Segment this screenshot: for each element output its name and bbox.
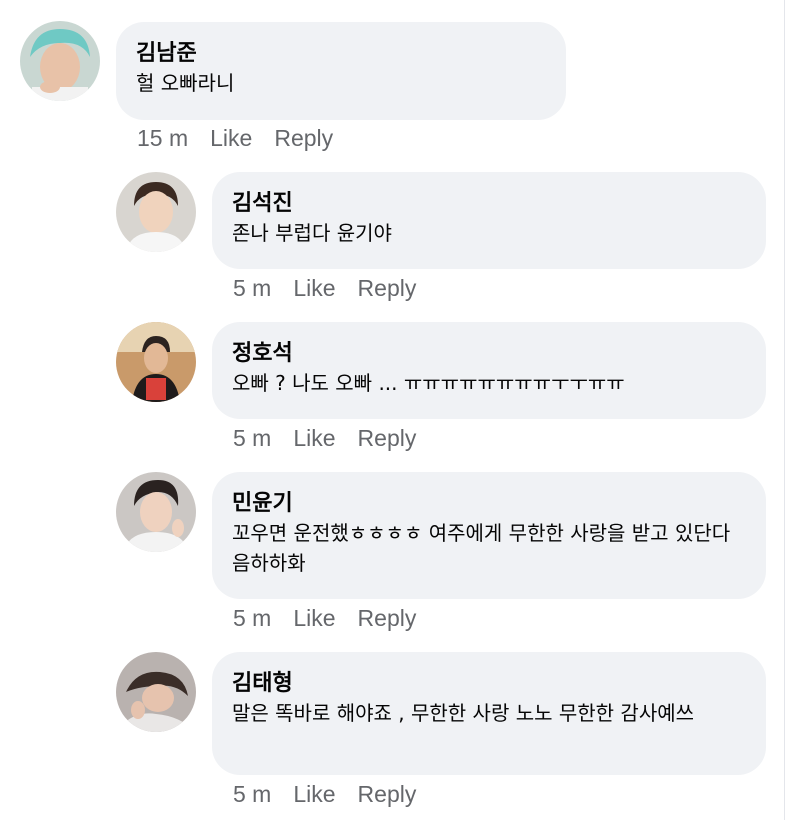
like-button[interactable]: Like (293, 780, 335, 808)
reply-button[interactable]: Reply (358, 274, 417, 302)
comment-text: 오빠 ? 나도 오빠 ... ㅠㅠㅠㅠㅠㅠㅠㅠㅜㅜㅠㅠ (232, 371, 625, 395)
reply-button[interactable]: Reply (358, 424, 417, 452)
comment-text: 헐 오빠라니 (136, 71, 235, 95)
avatar-photo (116, 472, 196, 552)
comment-author[interactable]: 김석진 (232, 190, 746, 218)
avatar[interactable] (20, 21, 100, 101)
comment-actions: 15 m Like Reply (137, 124, 333, 152)
comment-bubble: 김태형 말은 똑바로 해야죠 , 무한한 사랑 노노 무한한 감사예쓰 (212, 652, 766, 775)
comment-time[interactable]: 5 m (233, 424, 271, 452)
reply-button[interactable]: Reply (274, 124, 333, 152)
avatar[interactable] (116, 472, 196, 552)
comment-bubble: 정호석 오빠 ? 나도 오빠 ... ㅠㅠㅠㅠㅠㅠㅠㅠㅜㅜㅠㅠ (212, 322, 766, 419)
comment-author[interactable]: 정호석 (232, 340, 746, 368)
comment-actions: 5 m Like Reply (233, 274, 416, 302)
comment-text: 꼬우면 운전했ㅎㅎㅎㅎ 여주에게 무한한 사랑을 받고 있단다 음하하화 (232, 521, 731, 575)
comment-time[interactable]: 5 m (233, 274, 271, 302)
comment-author[interactable]: 민윤기 (232, 490, 746, 518)
comment-text: 말은 똑바로 해야죠 , 무한한 사랑 노노 무한한 감사예쓰 (232, 701, 695, 725)
divider (784, 0, 785, 820)
comment-actions: 5 m Like Reply (233, 780, 416, 808)
comment-bubble: 김석진 존나 부럽다 윤기야 (212, 172, 766, 269)
comment-text: 존나 부럽다 윤기야 (232, 221, 392, 245)
like-button[interactable]: Like (293, 274, 335, 302)
comment-time[interactable]: 5 m (233, 780, 271, 808)
like-button[interactable]: Like (293, 424, 335, 452)
avatar-photo (116, 322, 196, 402)
avatar-photo (20, 21, 100, 101)
comment-actions: 5 m Like Reply (233, 604, 416, 632)
reply-button[interactable]: Reply (358, 780, 417, 808)
avatar[interactable] (116, 652, 196, 732)
comment-bubble: 민윤기 꼬우면 운전했ㅎㅎㅎㅎ 여주에게 무한한 사랑을 받고 있단다 음하하화 (212, 472, 766, 599)
like-button[interactable]: Like (210, 124, 252, 152)
avatar-photo (116, 172, 196, 252)
comment-author[interactable]: 김태형 (232, 670, 746, 698)
comment-author[interactable]: 김남준 (136, 40, 546, 68)
comment-actions: 5 m Like Reply (233, 424, 416, 452)
comment-thread: 김남준 헐 오빠라니 15 m Like Reply 김석진 존나 부럽다 윤기… (0, 0, 787, 820)
comment-bubble: 김남준 헐 오빠라니 (116, 22, 566, 120)
comment-time[interactable]: 15 m (137, 124, 188, 152)
avatar[interactable] (116, 322, 196, 402)
reply-button[interactable]: Reply (358, 604, 417, 632)
avatar[interactable] (116, 172, 196, 252)
comment-time[interactable]: 5 m (233, 604, 271, 632)
like-button[interactable]: Like (293, 604, 335, 632)
avatar-photo (116, 652, 196, 732)
